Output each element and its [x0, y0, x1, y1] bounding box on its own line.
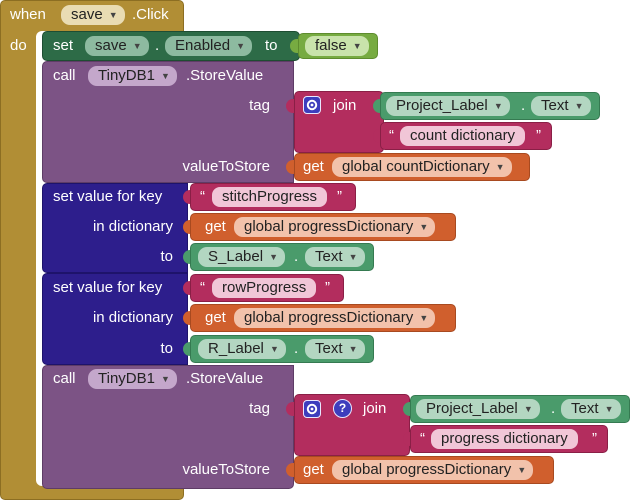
r-label-property-dropdown[interactable]: Text ▼ [305, 339, 365, 359]
get-label-3: get [205, 309, 226, 326]
dot-separator: . [294, 340, 299, 357]
chevron-down-icon: ▼ [523, 404, 533, 414]
dot-separator: . [155, 37, 160, 54]
row-progress-string[interactable]: rowProgress [212, 278, 317, 298]
count-dictionary-variable-dropdown[interactable]: global countDictionary ▼ [332, 157, 512, 177]
get-label-1: get [303, 158, 324, 175]
text-property-dropdown-2[interactable]: Text ▼ [561, 399, 621, 419]
count-dictionary-string[interactable]: count dictionary [400, 126, 526, 146]
set-label: set [53, 37, 74, 54]
text-property-text-2: Text [571, 400, 599, 417]
chevron-down-icon: ▼ [604, 404, 614, 414]
gear-icon[interactable] [303, 400, 321, 418]
chevron-down-icon: ▼ [419, 222, 429, 232]
quote-close: ” [325, 279, 330, 296]
quote-open: “ [420, 430, 425, 447]
gear-icon[interactable] [303, 96, 321, 114]
event-when-label: when [10, 6, 46, 23]
event-component-dropdown[interactable]: save ▼ [61, 5, 125, 25]
value-to-store-label-1: valueToStore [182, 158, 270, 175]
chevron-down-icon: ▼ [574, 101, 584, 111]
project-label-text-1: Project_Label [396, 97, 488, 114]
tinydb-component-dropdown-1[interactable]: TinyDB1 ▼ [88, 66, 177, 86]
r-label-property-text: Text [315, 340, 343, 357]
store-value-method-2: .StoreValue [186, 370, 264, 387]
progress-dictionary-variable-text-2: global progressDictionary [244, 309, 414, 326]
project-label-dropdown-2[interactable]: Project_Label ▼ [416, 399, 540, 419]
join-label-1: join [333, 97, 357, 114]
event-name-label: .Click [132, 6, 169, 23]
s-label-dropdown[interactable]: S_Label ▼ [198, 247, 286, 267]
tinydb-component-dropdown-2[interactable]: TinyDB1 ▼ [88, 369, 177, 389]
chevron-down-icon: ▼ [419, 313, 429, 323]
progress-dictionary-variable-text-3: global progressDictionary [342, 461, 512, 478]
tag-label-1: tag [249, 97, 270, 114]
dot-separator: . [294, 248, 299, 265]
quote-close: ” [592, 430, 597, 447]
call-label: call [53, 67, 76, 84]
text-property-dropdown-1[interactable]: Text ▼ [531, 96, 591, 116]
chevron-down-icon: ▼ [352, 41, 362, 51]
chevron-down-icon: ▼ [161, 374, 170, 384]
tinydb-component-text-2: TinyDB1 [98, 370, 155, 387]
chevron-down-icon: ▼ [161, 71, 170, 81]
chevron-down-icon: ▼ [269, 252, 279, 262]
chevron-down-icon: ▼ [348, 252, 358, 262]
get-label-2: get [205, 218, 226, 235]
to-label-1: to [160, 248, 173, 265]
get-label-4: get [303, 461, 324, 478]
progress-dictionary-string[interactable]: progress dictionary [431, 429, 578, 449]
quote-close: ” [536, 127, 541, 144]
quote-open: “ [200, 188, 205, 205]
false-value-text: false [315, 37, 347, 54]
progress-dictionary-variable-dropdown-3[interactable]: global progressDictionary ▼ [332, 460, 534, 480]
event-component-text: save [71, 6, 103, 23]
project-label-text-2: Project_Label [426, 400, 518, 417]
help-icon[interactable]: ? [333, 399, 352, 418]
set-enabled-component-text: save [95, 37, 127, 54]
r-label-text: R_Label [208, 340, 264, 357]
s-label-property-text: Text [315, 248, 343, 265]
set-value-for-key-label-1: set value for key [53, 188, 163, 205]
chevron-down-icon: ▼ [517, 465, 527, 475]
chevron-down-icon: ▼ [236, 41, 246, 51]
project-label-dropdown-1[interactable]: Project_Label ▼ [386, 96, 510, 116]
false-dropdown[interactable]: false ▼ [305, 36, 369, 56]
set-enabled-property-text: Enabled [175, 37, 231, 54]
in-dictionary-label-1: in dictionary [92, 218, 173, 235]
chevron-down-icon: ▼ [493, 101, 503, 111]
stitch-progress-string[interactable]: stitchProgress [212, 187, 328, 207]
quote-open: “ [389, 127, 394, 144]
chevron-down-icon: ▼ [132, 41, 142, 51]
chevron-down-icon: ▼ [269, 344, 279, 354]
tag-label-2: tag [249, 400, 270, 417]
count-dictionary-variable-text: global countDictionary [342, 158, 490, 175]
text-property-text-1: Text [541, 97, 569, 114]
call-label-2: call [53, 370, 76, 387]
r-label-dropdown[interactable]: R_Label ▼ [198, 339, 286, 359]
chevron-down-icon: ▼ [348, 344, 358, 354]
chevron-down-icon: ▼ [495, 162, 505, 172]
in-dictionary-label-2: in dictionary [92, 309, 173, 326]
set-enabled-property-dropdown[interactable]: Enabled ▼ [165, 36, 253, 56]
set-enabled-to-label: to [265, 37, 278, 54]
join-label-2: join [363, 400, 387, 417]
to-label-2: to [160, 340, 173, 357]
quote-close: ” [337, 188, 342, 205]
progress-dictionary-variable-dropdown-1[interactable]: global progressDictionary ▼ [234, 217, 436, 237]
s-label-text: S_Label [208, 248, 264, 265]
dot-separator: . [551, 400, 556, 417]
set-value-for-key-label-2: set value for key [53, 279, 163, 296]
progress-dictionary-variable-dropdown-2[interactable]: global progressDictionary ▼ [234, 308, 436, 328]
quote-open: “ [200, 279, 205, 296]
progress-dictionary-variable-text-1: global progressDictionary [244, 218, 414, 235]
dot-separator: . [521, 97, 526, 114]
s-label-property-dropdown[interactable]: Text ▼ [305, 247, 365, 267]
store-value-method-1: .StoreValue [186, 67, 264, 84]
chevron-down-icon: ▼ [108, 10, 118, 20]
tinydb-component-text-1: TinyDB1 [98, 67, 155, 84]
set-enabled-component-dropdown[interactable]: save ▼ [85, 36, 149, 56]
value-to-store-label-2: valueToStore [182, 461, 270, 478]
event-do-label: do [10, 37, 27, 54]
